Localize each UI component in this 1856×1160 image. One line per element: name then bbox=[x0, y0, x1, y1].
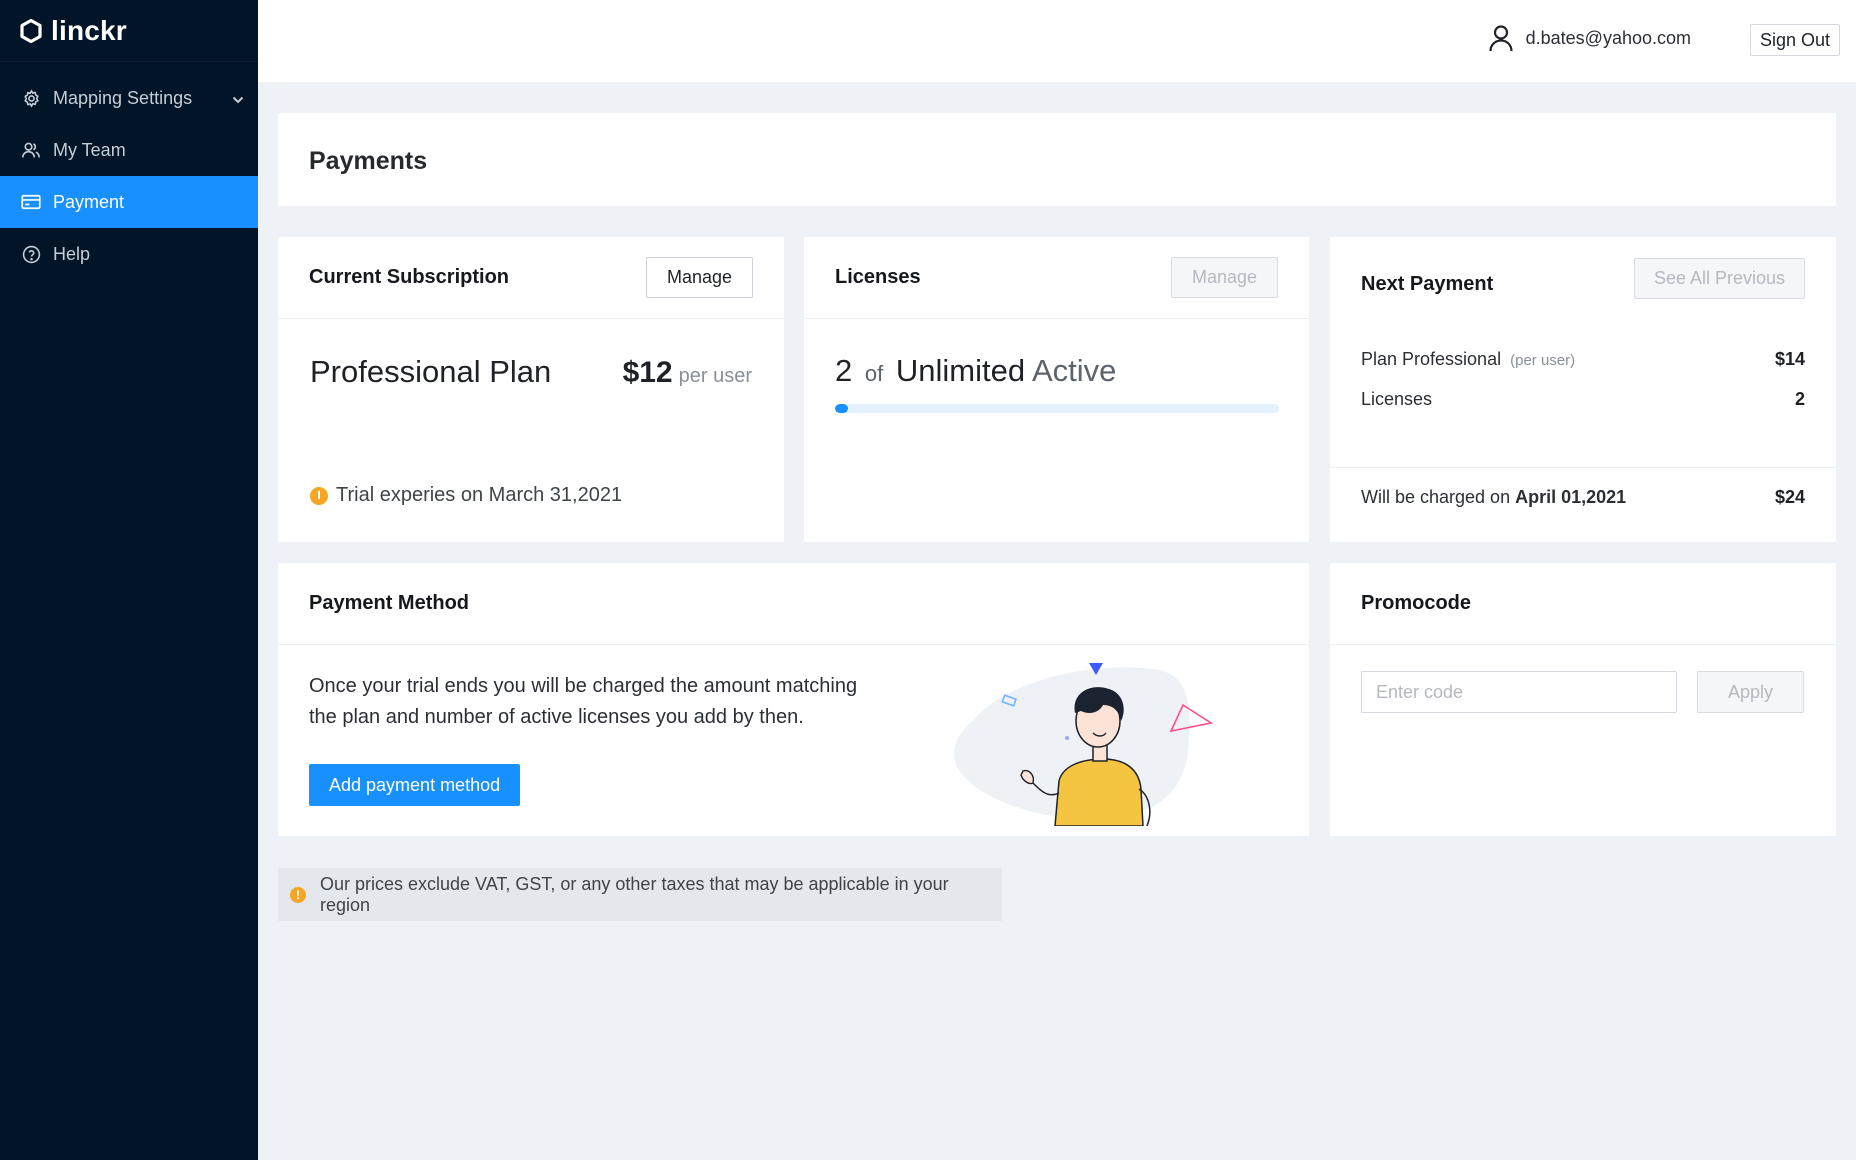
tax-notice: ! Our prices exclude VAT, GST, or any ot… bbox=[278, 868, 1002, 921]
license-limit: Unlimited bbox=[895, 353, 1026, 388]
licenses-line-label: Licenses bbox=[1361, 389, 1433, 409]
plan-line-value: $14 bbox=[1774, 349, 1805, 369]
trial-status: Trial experies on March 31,2021 bbox=[310, 484, 622, 507]
gear-icon bbox=[21, 88, 41, 108]
card-header: Current Subscription Manage bbox=[278, 237, 784, 319]
license-count: 2 of Unlimited Active bbox=[835, 353, 1116, 389]
charge-line-value: $24 bbox=[1774, 487, 1805, 507]
payment-method-card: Payment Method Once your trial ends you … bbox=[278, 563, 1309, 836]
sidebar-item-my-team[interactable]: My Team bbox=[0, 124, 258, 176]
see-all-previous-button[interactable]: See All Previous bbox=[1634, 257, 1805, 299]
description-line: Once your trial ends you will be charged… bbox=[309, 675, 858, 697]
card-title: Payment Method bbox=[309, 592, 470, 614]
card-title: Current Subscription bbox=[309, 266, 510, 288]
card-header: Promocode bbox=[1330, 563, 1836, 645]
license-progress-bar bbox=[835, 404, 1279, 413]
page-title-card: Payments bbox=[278, 113, 1836, 206]
plan-row: Professional Plan $12 per user bbox=[310, 354, 752, 390]
card-title: Next Payment bbox=[1361, 272, 1494, 295]
warning-icon: ! bbox=[290, 886, 306, 903]
plan-line-label: Plan Professional (per user) bbox=[1361, 349, 1575, 370]
team-icon bbox=[21, 140, 41, 160]
sidebar-item-label: Payment bbox=[53, 191, 125, 212]
card-title: Promocode bbox=[1361, 592, 1472, 614]
next-payment-card: Next Payment See All Previous Plan Profe… bbox=[1330, 237, 1836, 542]
trial-text: Trial experies on March 31,2021 bbox=[336, 484, 623, 506]
divider bbox=[1330, 467, 1836, 468]
license-progress-fill bbox=[835, 404, 849, 413]
credit-card-icon bbox=[21, 192, 41, 212]
license-active-count: 2 bbox=[835, 353, 853, 388]
charge-date: April 01,2021 bbox=[1515, 487, 1627, 507]
user-menu[interactable]: d.bates@yahoo.com bbox=[1488, 24, 1691, 52]
plan-line-unit: (per user) bbox=[1510, 352, 1576, 369]
payment-method-description: Once your trial ends you will be charged… bbox=[309, 671, 909, 733]
brand-name: linckr bbox=[51, 14, 127, 46]
sidebar-item-label: Help bbox=[53, 243, 91, 264]
tax-notice-text: Our prices exclude VAT, GST, or any othe… bbox=[319, 873, 949, 915]
help-icon bbox=[21, 244, 41, 264]
card-title: Licenses bbox=[835, 266, 921, 288]
sidebar-item-label: My Team bbox=[53, 139, 126, 160]
card-header: Payment Method bbox=[278, 563, 1309, 645]
plan-price: $12 per user bbox=[623, 356, 752, 390]
add-payment-method-button[interactable]: Add payment method bbox=[309, 764, 521, 806]
card-header: Next Payment See All Previous bbox=[1330, 237, 1836, 319]
charge-line: Will be charged on April 01,2021 $24 bbox=[1361, 487, 1805, 508]
licenses-line-value: 2 bbox=[1794, 389, 1805, 409]
charge-prefix: Will be charged on bbox=[1361, 487, 1511, 507]
person-illustration bbox=[954, 663, 1214, 826]
description-line: the plan and number of active licenses y… bbox=[309, 706, 804, 728]
sidebar: linckr Mapping Settings My Team Payment bbox=[0, 0, 258, 1160]
sidebar-item-mapping-settings[interactable]: Mapping Settings bbox=[0, 72, 258, 124]
manage-subscription-button[interactable]: Manage bbox=[646, 257, 753, 298]
logo-icon bbox=[20, 18, 42, 43]
page-title: Payments bbox=[309, 147, 428, 175]
chevron-down-icon bbox=[232, 88, 244, 109]
current-subscription-card: Current Subscription Manage Professional… bbox=[278, 237, 784, 542]
promocode-input[interactable] bbox=[1361, 671, 1677, 713]
manage-licenses-button[interactable]: Manage bbox=[1171, 257, 1278, 298]
promocode-card: Promocode Apply bbox=[1330, 563, 1836, 836]
plan-line: Plan Professional (per user) $14 bbox=[1361, 349, 1805, 370]
apply-promocode-button[interactable]: Apply bbox=[1697, 671, 1804, 713]
card-header: Licenses Manage bbox=[804, 237, 1309, 319]
license-of-label: of bbox=[864, 361, 884, 386]
sign-out-button[interactable]: Sign Out bbox=[1750, 24, 1840, 56]
license-status: Active bbox=[1031, 353, 1117, 388]
charge-line-label: Will be charged on April 01,2021 bbox=[1361, 487, 1626, 508]
licenses-line: Licenses 2 bbox=[1361, 389, 1805, 410]
sidebar-item-payment[interactable]: Payment bbox=[0, 176, 258, 228]
sidebar-item-help[interactable]: Help bbox=[0, 228, 258, 280]
price-unit: per user bbox=[678, 365, 752, 387]
plan-name: Professional Plan bbox=[310, 354, 552, 389]
top-header: d.bates@yahoo.com Sign Out bbox=[258, 0, 1856, 82]
clock-icon bbox=[310, 486, 328, 505]
user-icon bbox=[1489, 25, 1513, 52]
sidebar-nav: Mapping Settings My Team Payment Help bbox=[0, 72, 258, 280]
user-email: d.bates@yahoo.com bbox=[1525, 27, 1691, 48]
sidebar-item-label: Mapping Settings bbox=[53, 87, 193, 108]
price-amount: $12 bbox=[622, 356, 673, 389]
licenses-card: Licenses Manage 2 of Unlimited Active bbox=[804, 237, 1309, 542]
brand-logo[interactable]: linckr bbox=[0, 0, 258, 62]
plan-line-name: Plan Professional bbox=[1361, 349, 1502, 369]
